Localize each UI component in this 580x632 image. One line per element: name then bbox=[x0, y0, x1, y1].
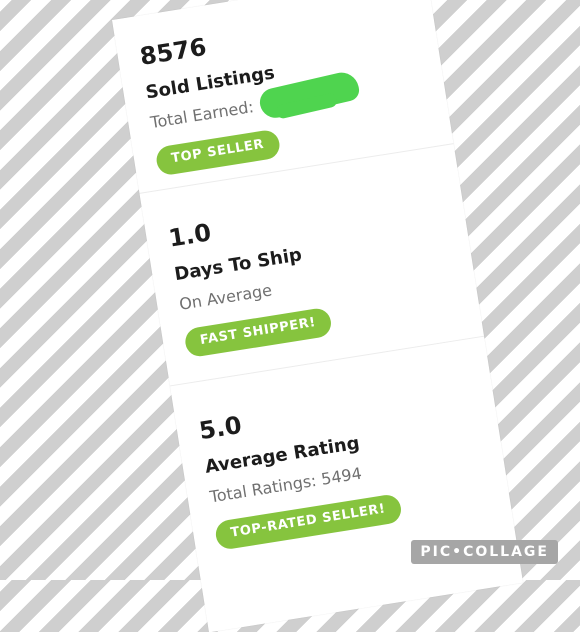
top-seller-badge: TOP SELLER bbox=[154, 129, 282, 177]
seller-stats-card: 8576 Sold Listings Total Earned: TOP SEL… bbox=[112, 0, 524, 632]
total-earned-label: Total Earned: bbox=[149, 97, 255, 133]
pic-collage-watermark: PIC•COLLAGE bbox=[411, 540, 558, 564]
top-rated-seller-badge: TOP-RATED SELLER! bbox=[213, 493, 403, 552]
fast-shipper-badge: FAST SHIPPER! bbox=[183, 307, 334, 359]
